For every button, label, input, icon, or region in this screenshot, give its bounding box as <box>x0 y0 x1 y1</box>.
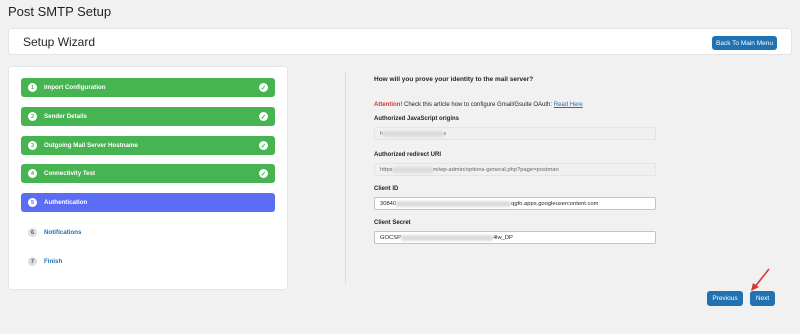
form-question: How will you prove your identity to the … <box>374 76 534 83</box>
redacted-text <box>396 200 512 207</box>
redirect-value-start: https <box>380 166 393 173</box>
step-number: 2 <box>28 112 37 121</box>
client-secret-value-end: 4lw_DP <box>492 234 513 241</box>
step-label: Sender Details <box>44 113 87 120</box>
step-number: 4 <box>28 169 37 178</box>
check-icon: ✓ <box>259 83 268 92</box>
previous-button[interactable]: Previous <box>707 291 743 306</box>
step-number: 3 <box>28 141 37 150</box>
client-id-value-end: qgfo.apps.googleusercontent.com <box>511 200 599 207</box>
divider <box>345 72 346 284</box>
redacted-text <box>392 166 433 173</box>
redirect-uri-field[interactable]: https m/wp-admin/options-general.php?pag… <box>374 163 656 176</box>
step-label: Authentication <box>44 199 88 206</box>
check-icon: ✓ <box>259 141 268 150</box>
step-number: 5 <box>28 198 37 207</box>
redacted-text <box>383 130 444 137</box>
client-id-input[interactable]: 30840 qgfo.apps.googleusercontent.com <box>374 197 656 210</box>
step-label: Connectivity Test <box>44 170 96 177</box>
notice-text: Check this article how to configure Gmai… <box>404 102 553 108</box>
step-number: 6 <box>28 228 37 237</box>
attention-notice: Attention! Check this article how to con… <box>374 102 583 108</box>
next-button[interactable]: Next <box>750 291 775 306</box>
page-title: Post SMTP Setup <box>8 4 112 19</box>
step-sender-details[interactable]: 2 Sender Details ✓ <box>21 107 275 126</box>
wizard-body: 1 Import Configuration ✓ 2 Sender Detail… <box>8 66 792 290</box>
client-secret-label: Client Secret <box>374 220 411 226</box>
step-label: Finish <box>44 258 63 265</box>
client-secret-value-start: GOCSP <box>380 234 401 241</box>
step-label: Notifications <box>44 229 82 236</box>
client-secret-input[interactable]: GOCSP 4lw_DP <box>374 231 656 244</box>
back-to-main-menu-button[interactable]: Back To Main Menu <box>712 36 777 50</box>
step-label: Outgoing Mail Server Hostname <box>44 142 138 149</box>
redirect-uri-label: Authorized redirect URI <box>374 152 442 158</box>
steps-panel: 1 Import Configuration ✓ 2 Sender Detail… <box>8 66 288 290</box>
step-outgoing-mail-server-hostname[interactable]: 3 Outgoing Mail Server Hostname ✓ <box>21 136 275 155</box>
step-import-configuration[interactable]: 1 Import Configuration ✓ <box>21 78 275 97</box>
step-connectivity-test[interactable]: 4 Connectivity Test ✓ <box>21 164 275 183</box>
step-notifications[interactable]: 6 Notifications <box>21 223 275 242</box>
check-icon: ✓ <box>259 169 268 178</box>
annotation-arrow-icon <box>751 268 770 291</box>
step-finish[interactable]: 7 Finish <box>21 252 275 271</box>
client-id-value-start: 30840 <box>380 200 397 207</box>
step-label: Import Configuration <box>44 84 106 91</box>
check-icon: ✓ <box>259 112 268 121</box>
wizard-title: Setup Wizard <box>23 35 96 49</box>
attention-label: Attention! <box>374 102 403 108</box>
redirect-value-end: m/wp-admin/options-general.php?page=post… <box>432 166 559 173</box>
wizard-header: Setup Wizard Back To Main Menu <box>8 28 792 55</box>
js-origins-label: Authorized JavaScript origins <box>374 116 460 122</box>
step-authentication[interactable]: 5 Authentication <box>21 193 275 212</box>
js-origins-field[interactable]: h s <box>374 127 656 140</box>
read-here-link[interactable]: Read Here <box>554 102 583 108</box>
redacted-text <box>400 234 493 241</box>
step-number: 1 <box>28 83 37 92</box>
client-id-label: Client ID <box>374 186 399 192</box>
step-number: 7 <box>28 257 37 266</box>
js-origins-value-end: s <box>443 130 447 137</box>
